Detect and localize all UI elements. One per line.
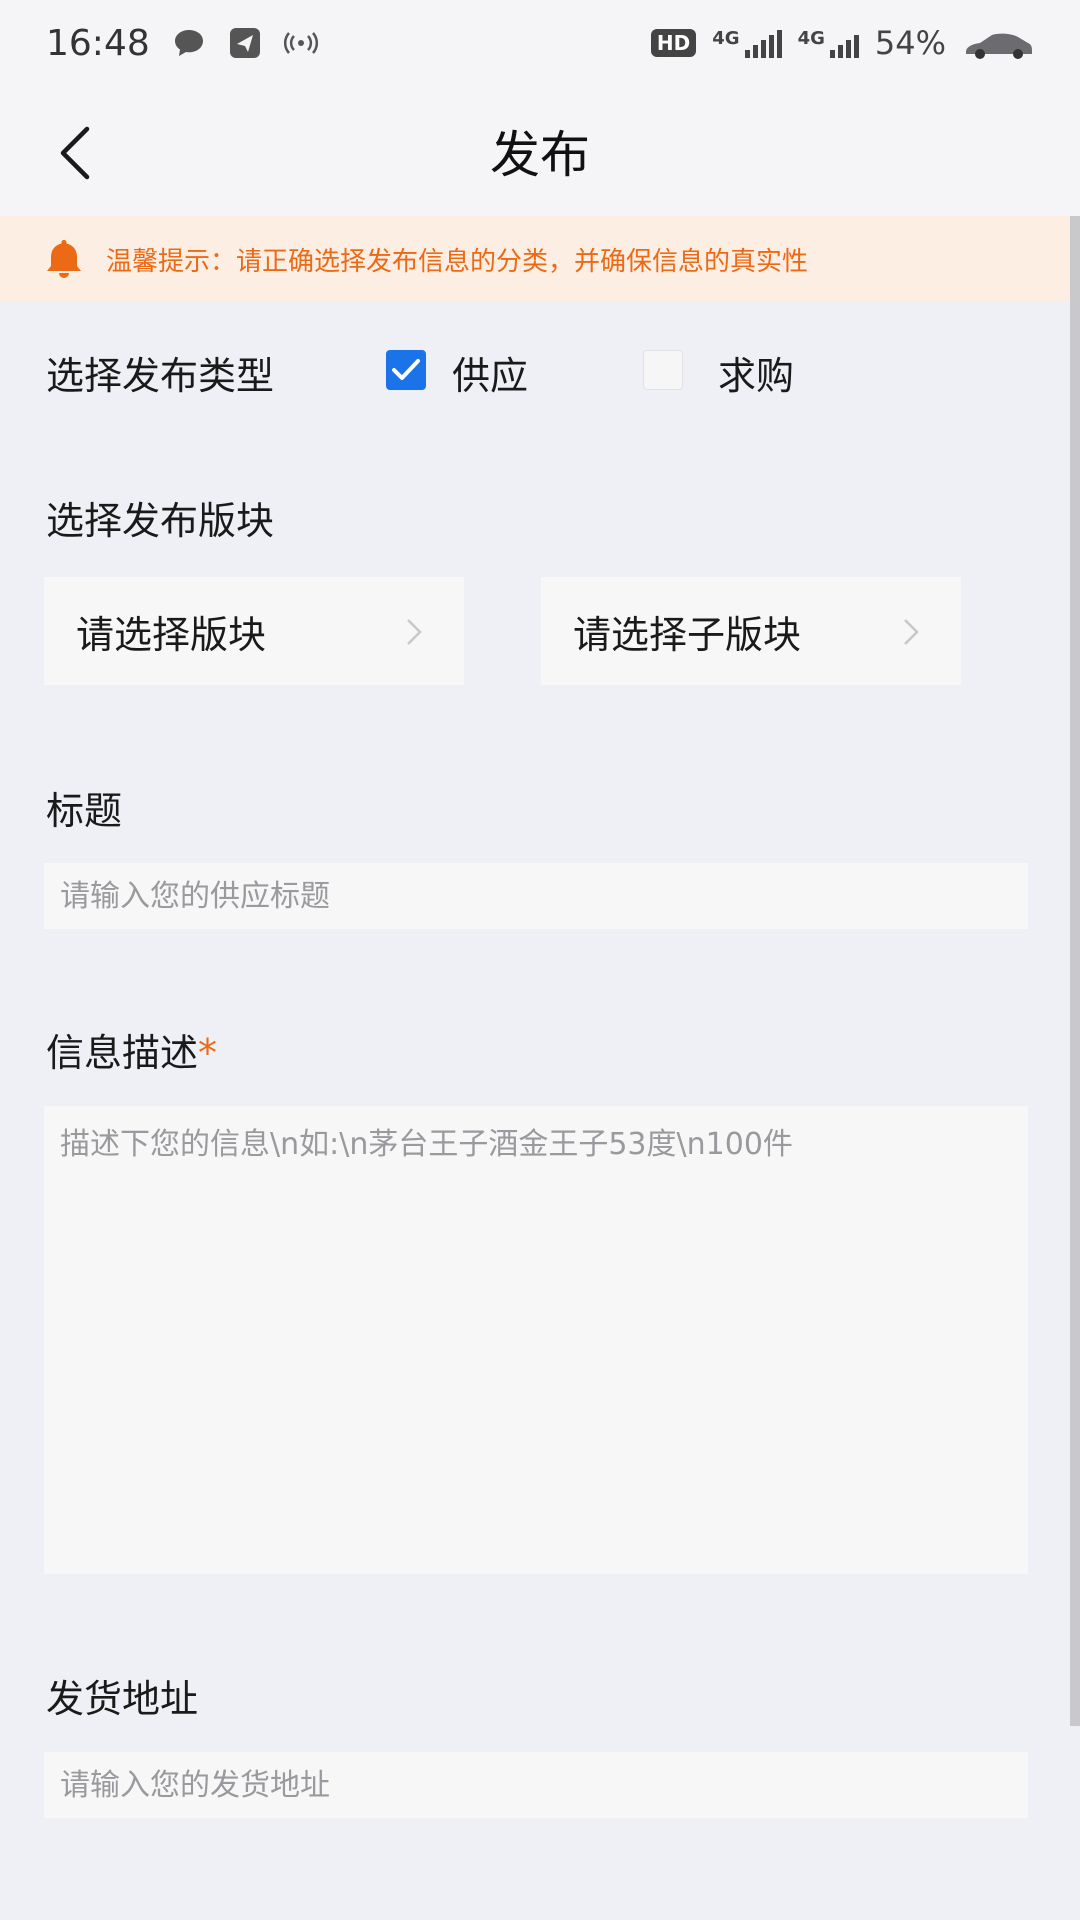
required-mark: * (198, 1031, 218, 1075)
scrollbar[interactable] (1070, 216, 1080, 1726)
notice-banner: 温馨提示：请正确选择发布信息的分类，并确保信息的真实性 (0, 216, 1070, 302)
title-label: 标题 (46, 789, 123, 833)
description-label: 信息描述* (46, 1031, 218, 1075)
title-input[interactable] (44, 863, 1028, 929)
signal-icon-2: 4G (798, 28, 859, 58)
car-icon (962, 28, 1034, 59)
supply-option-label[interactable]: 供应 (452, 345, 528, 400)
address-label: 发货地址 (46, 1677, 199, 1721)
hotspot-icon (283, 26, 318, 60)
board-selector[interactable]: 请选择版块 (44, 577, 464, 685)
message-icon (172, 26, 206, 60)
hd-icon: HD (650, 29, 697, 57)
sub-board-selector[interactable]: 请选择子版块 (541, 577, 961, 685)
header: 发布 (0, 86, 1080, 216)
publish-type-label: 选择发布类型 (46, 354, 275, 398)
page-title: 发布 (490, 126, 590, 184)
chevron-right-icon (407, 619, 422, 645)
bell-icon (47, 240, 81, 278)
address-input[interactable] (44, 1752, 1028, 1818)
description-textarea[interactable] (44, 1106, 1028, 1574)
back-button[interactable] (40, 118, 110, 188)
status-time: 16:48 (46, 22, 150, 64)
board-selector-text: 请选择版块 (76, 612, 267, 657)
signal-icon-1: 4G (712, 28, 782, 58)
status-bar: 16:48 HD 4G 4G 54% (0, 0, 1080, 86)
section-label: 选择发布版块 (46, 499, 275, 543)
supply-checkbox[interactable] (386, 350, 426, 390)
purchase-option-label[interactable]: 求购 (718, 345, 794, 400)
send-icon (228, 26, 262, 60)
chevron-left-icon (60, 126, 90, 180)
purchase-checkbox[interactable] (643, 350, 683, 390)
chevron-right-icon (904, 619, 919, 645)
notice-text: 温馨提示：请正确选择发布信息的分类，并确保信息的真实性 (106, 246, 809, 277)
check-icon (392, 359, 420, 380)
sub-board-selector-text: 请选择子版块 (573, 612, 802, 657)
battery-level: 54% (874, 24, 946, 62)
